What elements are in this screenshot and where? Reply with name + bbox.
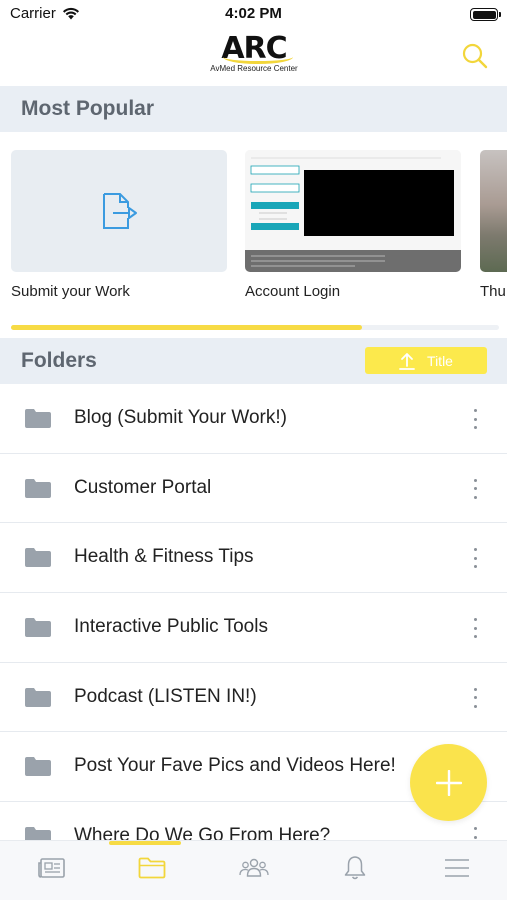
bell-icon (344, 856, 366, 880)
search-icon (462, 43, 488, 69)
folder-icon (138, 857, 166, 879)
bottom-nav (0, 840, 507, 900)
more-options-icon[interactable] (472, 548, 478, 569)
folder-name: Blog (Submit Your Work!) (74, 407, 287, 428)
folder-row[interactable]: Podcast (LISTEN IN!) (0, 663, 507, 733)
carousel-scroll-thumb[interactable] (11, 325, 363, 330)
folder-icon (25, 478, 51, 498)
most-popular-header: Most Popular (0, 86, 507, 132)
news-icon (38, 858, 65, 878)
login-screen-preview (245, 150, 461, 272)
folder-icon (25, 757, 51, 777)
folder-row[interactable]: Interactive Public Tools (0, 593, 507, 663)
plus-icon (435, 769, 462, 796)
folders-title: Folders (21, 349, 97, 372)
folder-icon (25, 548, 51, 568)
card-thumbnail-partial[interactable]: Thu (480, 150, 507, 300)
battery-icon (470, 8, 501, 21)
menu-icon (445, 859, 469, 877)
add-button[interactable] (410, 744, 487, 821)
nav-people[interactable] (234, 853, 274, 883)
nav-news[interactable] (32, 853, 72, 883)
nav-menu[interactable] (437, 853, 477, 883)
folder-icon (25, 687, 51, 707)
file-export-icon (103, 193, 137, 229)
more-options-icon[interactable] (472, 478, 478, 499)
app-header: ARC AvMed Resource Center (0, 30, 507, 86)
arc-logo[interactable]: ARC AvMed Resource Center (202, 32, 306, 80)
folder-icon (25, 618, 51, 638)
card-thumbnail (480, 150, 507, 272)
folder-name: Podcast (LISTEN IN!) (74, 685, 257, 707)
search-button[interactable] (461, 42, 489, 70)
nav-folders[interactable] (132, 853, 172, 883)
folder-name: Post Your Fave Pics and Videos Here! (74, 755, 396, 777)
card-thumbnail (11, 150, 227, 272)
carousel-scrollbar[interactable] (11, 325, 499, 330)
card-label: Account Login (245, 283, 341, 300)
folders-header: Folders Title (0, 338, 507, 384)
folder-row[interactable]: Blog (Submit Your Work!) (0, 384, 507, 454)
active-tab-indicator (109, 841, 181, 845)
upload-arrow-icon (399, 352, 415, 370)
folder-name: Where Do We Go From Here? (74, 825, 331, 840)
card-submit-your-work[interactable]: Submit your Work (11, 150, 227, 300)
sort-by-title-button[interactable]: Title (365, 347, 487, 374)
card-label: Submit your Work (11, 283, 130, 300)
most-popular-carousel[interactable]: Submit your Work Account Login Thu (0, 150, 507, 310)
more-options-icon[interactable] (472, 687, 478, 708)
folder-icon (25, 409, 51, 428)
folder-name: Health & Fitness Tips (74, 546, 254, 568)
more-options-icon[interactable] (472, 409, 478, 429)
logo-mark: ARC (221, 32, 294, 66)
folder-icon (25, 827, 51, 840)
most-popular-title: Most Popular (21, 97, 155, 120)
card-label: Thu (480, 283, 506, 300)
people-icon (239, 858, 269, 877)
clock: 4:02 PM (225, 5, 282, 22)
folder-name: Interactive Public Tools (74, 616, 268, 638)
more-options-icon[interactable] (472, 618, 478, 639)
card-account-login[interactable]: Account Login (245, 150, 461, 300)
more-options-icon[interactable] (472, 827, 478, 840)
folder-row[interactable]: Customer Portal (0, 454, 507, 524)
status-bar: Carrier 4:02 PM (0, 0, 507, 30)
card-thumbnail (245, 150, 461, 272)
nav-notifications[interactable] (335, 853, 375, 883)
sort-label: Title (427, 352, 453, 369)
folder-row[interactable]: Health & Fitness Tips (0, 523, 507, 594)
folder-name: Customer Portal (74, 476, 212, 498)
